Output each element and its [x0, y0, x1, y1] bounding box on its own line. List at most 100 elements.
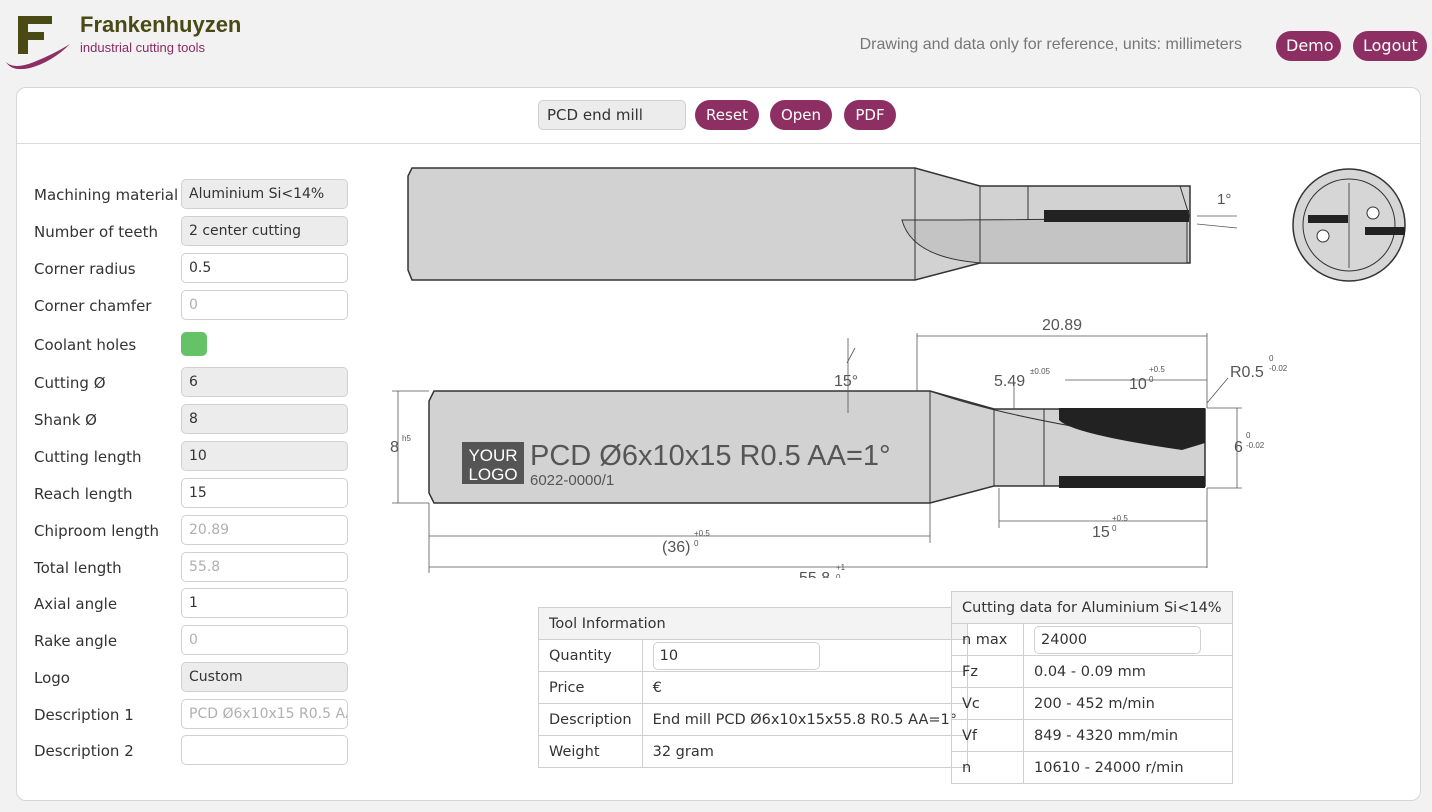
- tool-end-view: [1292, 168, 1406, 282]
- vc-value: 200 - 452 m/min: [1023, 687, 1233, 720]
- tool-drawing: 1° YOUR LOGO PCD Ø6x10x15 R0.5 AA=1° 602: [390, 167, 1406, 578]
- vf-label: Vf: [951, 719, 1024, 752]
- rake-angle-input[interactable]: 0: [181, 625, 348, 655]
- vc-label: Vc: [951, 687, 1024, 720]
- radius-tol-upper: 0: [1269, 354, 1274, 363]
- toolbar: PCD end mill Reset Open PDF: [17, 88, 1420, 144]
- reach-length-input[interactable]: 15: [181, 478, 348, 508]
- table-row: Vf 849 - 4320 mm/min: [951, 719, 1233, 752]
- cutting-data-table: Cutting data for Aluminium Si<14% n max …: [951, 591, 1233, 784]
- tool-information-header: Tool Information: [537, 607, 969, 640]
- rake-angle-label: Rake angle: [34, 632, 118, 650]
- tool-top-view: 1°: [407, 167, 1238, 281]
- fz-value: 0.04 - 0.09 mm: [1023, 655, 1233, 688]
- radius-dim: R0.5: [1230, 364, 1264, 381]
- description-1-input[interactable]: PCD Ø6x10x15 R0.5 AA: [181, 699, 348, 729]
- corner-chamfer-input[interactable]: 0: [181, 290, 348, 320]
- price-value: €: [641, 671, 969, 704]
- form-row-chiproom-length: Chiproom length 20.89: [34, 515, 364, 545]
- table-row: n max 24000: [951, 623, 1233, 656]
- cutting-diameter-tol-lower: -0.02: [1246, 441, 1265, 450]
- total-length-dim: 55.8: [799, 570, 830, 578]
- shank-diameter-label: Shank Ø: [34, 411, 97, 429]
- n-max-label: n max: [951, 623, 1024, 656]
- neck-diameter-tol: ±0.05: [1030, 367, 1051, 376]
- cutting-length-dim: 10: [1129, 376, 1147, 393]
- quantity-input[interactable]: 10: [652, 641, 820, 670]
- cutting-diameter-dim: 6: [1234, 439, 1243, 456]
- vf-value: 849 - 4320 mm/min: [1023, 719, 1233, 752]
- coolant-holes-toggle[interactable]: [181, 332, 207, 356]
- table-row: Weight 32 gram: [538, 735, 969, 768]
- shank-length-tol-lower: 0: [694, 539, 699, 548]
- number-of-teeth-select[interactable]: 2 center cutting: [181, 216, 348, 246]
- form-row-rake-angle: Rake angle 0: [34, 625, 364, 655]
- corner-radius-input[interactable]: 0.5: [181, 253, 348, 283]
- total-length-label: Total length: [34, 559, 122, 577]
- total-length-input[interactable]: 55.8: [181, 552, 348, 582]
- logo-line-1: YOUR: [468, 446, 517, 465]
- chiproom-length-label: Chiproom length: [34, 522, 160, 540]
- cutting-length-tol-lower: 0: [1149, 375, 1154, 384]
- cutting-length-label: Cutting length: [34, 448, 142, 466]
- table-row: Vc 200 - 452 m/min: [951, 687, 1233, 720]
- total-length-tol-lower: 0: [836, 573, 841, 578]
- description-1-label: Description 1: [34, 706, 134, 724]
- neck-angle-dim: 15°: [834, 373, 858, 390]
- axial-angle-dim: 1°: [1217, 191, 1231, 208]
- weight-value: 32 gram: [641, 735, 969, 768]
- pdf-button[interactable]: PDF: [844, 100, 896, 130]
- reach-tol-lower: 0: [1112, 524, 1117, 533]
- tool-information-table: Tool Information Quantity 10 Price € Des…: [537, 607, 969, 768]
- demo-button[interactable]: Demo: [1276, 31, 1341, 61]
- form-row-reach-length: Reach length 15: [34, 478, 364, 508]
- tool-side-view: YOUR LOGO PCD Ø6x10x15 R0.5 AA=1° 6022-0…: [428, 390, 1206, 504]
- axial-angle-input[interactable]: 1: [181, 588, 348, 618]
- description-value: End mill PCD Ø6x10x15x55.8 R0.5 AA=1°: [641, 703, 969, 736]
- form-row-description-1: Description 1 PCD Ø6x10x15 R0.5 AA: [34, 699, 364, 729]
- logout-button[interactable]: Logout: [1353, 31, 1427, 61]
- form-row-cutting-length: Cutting length 10: [34, 441, 364, 471]
- form-row-logo: Logo Custom: [34, 662, 364, 692]
- form-row-total-length: Total length 55.8: [34, 552, 364, 582]
- tool-type-select[interactable]: PCD end mill: [538, 100, 686, 130]
- configurator-panel: PCD end mill Reset Open PDF Machining ma…: [16, 87, 1421, 801]
- form-row-coolant-holes: Coolant holes: [34, 329, 364, 359]
- machining-material-label: Machining material: [34, 186, 179, 204]
- table-row: Price €: [538, 671, 969, 704]
- description-2-label: Description 2: [34, 742, 134, 760]
- shank-length-dim: (36): [662, 539, 690, 556]
- reach-tol-upper: +0.5: [1112, 514, 1128, 523]
- table-row: Fz 0.04 - 0.09 mm: [951, 655, 1233, 688]
- reach-length-label: Reach length: [34, 485, 133, 503]
- weight-label: Weight: [538, 735, 643, 768]
- chiproom-length-input[interactable]: 20.89: [181, 515, 348, 545]
- machining-material-select[interactable]: Aluminium Si<14%: [181, 179, 348, 209]
- logo-select[interactable]: Custom: [181, 662, 348, 692]
- open-button[interactable]: Open: [770, 100, 832, 130]
- cutting-diameter-select[interactable]: 6: [181, 367, 348, 397]
- table-row: Quantity 10: [538, 639, 969, 672]
- cutting-length-tol-upper: +0.5: [1149, 365, 1165, 374]
- cutting-diameter-label: Cutting Ø: [34, 374, 106, 392]
- company-logo: [6, 16, 70, 70]
- radius-tol-lower: -0.02: [1269, 364, 1288, 373]
- shank-diameter-select[interactable]: 8: [181, 404, 348, 434]
- n-label: n: [951, 751, 1024, 784]
- neck-diameter-dim: 5.49: [994, 373, 1025, 390]
- total-length-tol-upper: +1: [836, 563, 846, 572]
- shank-diameter-dim: 8: [390, 439, 399, 456]
- quantity-label: Quantity: [538, 639, 643, 672]
- cutting-length-select[interactable]: 10: [181, 441, 348, 471]
- corner-radius-label: Corner radius: [34, 260, 136, 278]
- engraving-sub: 6022-0000/1: [530, 472, 614, 489]
- table-row: n 10610 - 24000 r/min: [951, 751, 1233, 784]
- brand: Frankenhuyzen industrial cutting tools: [80, 12, 241, 55]
- cutting-data-header: Cutting data for Aluminium Si<14%: [951, 591, 1233, 624]
- description-2-input[interactable]: [181, 735, 348, 765]
- form-row-axial-angle: Axial angle 1: [34, 588, 364, 618]
- reference-note: Drawing and data only for reference, uni…: [859, 36, 1242, 53]
- axial-angle-label: Axial angle: [34, 595, 118, 613]
- reset-button[interactable]: Reset: [695, 100, 759, 130]
- n-max-input[interactable]: 24000: [1034, 625, 1201, 654]
